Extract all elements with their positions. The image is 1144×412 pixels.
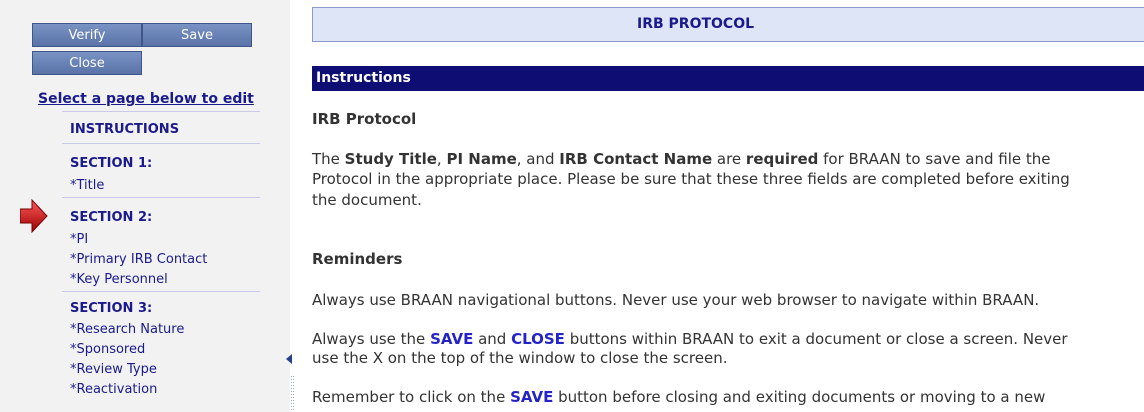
text: , and [516, 150, 560, 168]
reminder-save-close-line-1: Always use the SAVE and CLOSE buttons wi… [312, 330, 1144, 348]
page-title: IRB PROTOCOL [637, 16, 755, 32]
instructions-paragraph-line-3: the document. [312, 191, 422, 209]
instructions-bar: Instructions [312, 66, 1144, 91]
nav-section-1: SECTION 1: *Title [62, 143, 260, 198]
collapse-panel-icon[interactable] [286, 354, 292, 364]
nav-item-title[interactable]: *Title [62, 176, 260, 196]
nav-item-pi[interactable]: *PI [62, 230, 260, 250]
nav-item-research-nature[interactable]: *Research Nature [62, 320, 260, 340]
nav-item-sponsored[interactable]: *Sponsored [62, 340, 260, 360]
text: The [312, 150, 345, 168]
text: for BRAAN to save and file the [818, 150, 1051, 168]
pi-name-term: PI Name [446, 150, 517, 168]
text: Remember to click on the [312, 388, 511, 406]
nav-section-3: SECTION 3: *Research Nature *Sponsored *… [62, 291, 260, 404]
reminder-navigation: Always use BRAAN navigational buttons. N… [312, 291, 1040, 309]
irb-protocol-heading: IRB Protocol [312, 110, 417, 128]
nav-item-key-personnel[interactable]: *Key Personnel [62, 270, 260, 290]
reminders-heading: Reminders [312, 250, 403, 268]
reminder-save-close-line-2: use the X on the top of the window to cl… [312, 349, 728, 367]
reminder-save-before-closing: Remember to click on the SAVE button bef… [312, 388, 1144, 406]
nav-section-1-heading[interactable]: SECTION 1: [62, 152, 260, 176]
save-keyword: SAVE [430, 330, 474, 348]
text: are [712, 150, 746, 168]
text: Always use the [312, 330, 431, 348]
nav-item-primary-irb-contact[interactable]: *Primary IRB Contact [62, 250, 260, 270]
splitter-grip-icon[interactable] [291, 376, 295, 412]
current-section-arrow-icon [20, 199, 48, 233]
close-button[interactable]: Close [32, 51, 142, 75]
nav-item-reactivation[interactable]: *Reactivation [62, 380, 260, 400]
nav-section-instructions: INSTRUCTIONS [62, 111, 260, 144]
text: and [473, 330, 512, 348]
left-navigation: Verify Save Close Select a page below to… [0, 0, 290, 412]
close-keyword: CLOSE [511, 330, 565, 348]
page-header: IRB PROTOCOL [312, 7, 1144, 42]
nav-section-2: SECTION 2: *PI *Primary IRB Contact *Key… [62, 197, 260, 292]
text: button before closing and exiting docume… [553, 388, 1046, 406]
study-title-term: Study Title [344, 150, 437, 168]
instructions-paragraph-line-1: The Study Title, PI Name, and IRB Contac… [312, 150, 1144, 168]
verify-button[interactable]: Verify [32, 23, 142, 47]
required-term: required [745, 150, 819, 168]
nav-section-3-heading[interactable]: SECTION 3: [62, 298, 260, 320]
text: buttons within BRAAN to exit a document … [564, 330, 1068, 348]
instructions-paragraph-line-2: Protocol in the appropriate place. Pleas… [312, 170, 1070, 188]
nav-title: Select a page below to edit [38, 91, 254, 107]
save-button[interactable]: Save [142, 23, 252, 47]
nav-section-2-heading[interactable]: SECTION 2: [62, 206, 260, 230]
nav-item-review-type[interactable]: *Review Type [62, 360, 260, 380]
save-keyword: SAVE [510, 388, 554, 406]
irb-contact-term: IRB Contact Name [559, 150, 713, 168]
